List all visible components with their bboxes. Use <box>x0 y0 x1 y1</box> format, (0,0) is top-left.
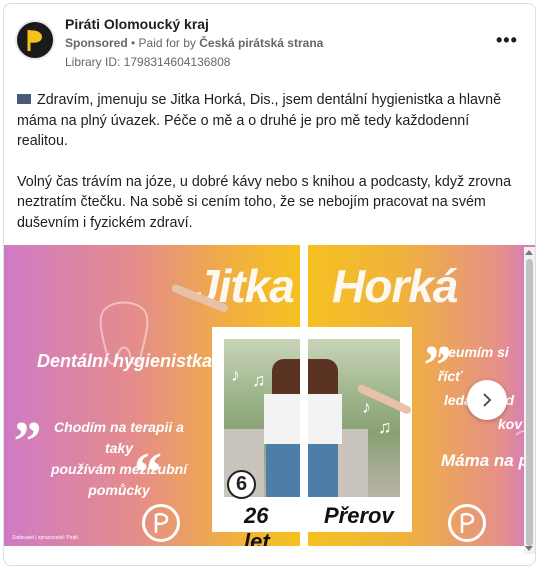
scroll-thumb[interactable] <box>526 259 533 546</box>
quote-open-mark: „ <box>14 382 42 444</box>
post-paragraph-1-text: Zdravím, jmenuju se Jitka Horká, Dis., j… <box>17 92 502 149</box>
scroll-down-arrow-icon[interactable] <box>525 546 533 551</box>
sponsored-meta: Sponsored • Paid for by Česká pirátská s… <box>65 36 323 50</box>
pirate-logo-icon <box>142 504 180 542</box>
scrollbar[interactable] <box>524 247 535 554</box>
slide-credit: Zadavatel | zpracovatel: Piráti <box>12 535 78 541</box>
paid-for-prefix: • Paid for by <box>127 36 200 50</box>
post-paragraph-2: Volný čas trávím na józe, u dobré kávy n… <box>17 173 512 231</box>
sponsored-label: Sponsored <box>65 36 128 50</box>
page-avatar[interactable] <box>15 20 55 60</box>
music-note-icon: ♫ <box>252 370 266 390</box>
flag-emoji-icon <box>17 94 31 104</box>
post-text: Zdravím, jmenuju se Jitka Horká, Dis., j… <box>17 90 517 233</box>
slide-quote-line-1: Chodím na terapii a taky <box>54 419 184 456</box>
page-name-link[interactable]: Piráti Olomoucký kraj <box>65 16 209 32</box>
payer-link[interactable]: Česká pirátská strana <box>199 36 323 50</box>
post-paragraph-1: Zdravím, jmenuju se Jitka Horká, Dis., j… <box>17 90 517 152</box>
pirate-logo-icon <box>448 504 486 542</box>
slide-name-last: Horká <box>332 260 458 312</box>
music-note-icon: ♫ <box>378 417 392 437</box>
slide-caption-city: Přerov <box>324 503 394 528</box>
slide-quote: Chodím na terapii a taky používám mezizu… <box>39 417 199 501</box>
library-id: Library ID: 1798314604136808 <box>65 55 231 69</box>
candidate-number-badge: 6 <box>227 470 256 499</box>
slide-profession: Dentální hygienistka <box>37 351 213 371</box>
carousel-next-button[interactable] <box>467 380 507 420</box>
quote-close-mark: “ <box>134 442 162 504</box>
chevron-right-icon <box>483 393 492 407</box>
slide-caption-age: 26 let <box>244 503 270 546</box>
slide-quote-line-3: pomůcky <box>88 482 150 498</box>
scroll-up-arrow-icon[interactable] <box>525 250 533 255</box>
ad-card: Piráti Olomoucký kraj Sponsored • Paid f… <box>3 3 536 566</box>
image-carousel[interactable]: Jitka Dentální hygienistka „ Chodím na t… <box>4 245 535 546</box>
music-note-icon: ♪ <box>231 365 240 385</box>
music-note-icon: ♪ <box>362 397 371 417</box>
see-more-ellipsis[interactable]: ... <box>17 214 28 229</box>
slide-quote-line-2: používám mezizubní <box>50 461 188 477</box>
carousel-slide-1[interactable]: Jitka Dentální hygienistka „ Chodím na t… <box>4 245 300 546</box>
pirate-flag-icon <box>27 30 42 51</box>
more-options-button[interactable]: ••• <box>496 30 518 51</box>
